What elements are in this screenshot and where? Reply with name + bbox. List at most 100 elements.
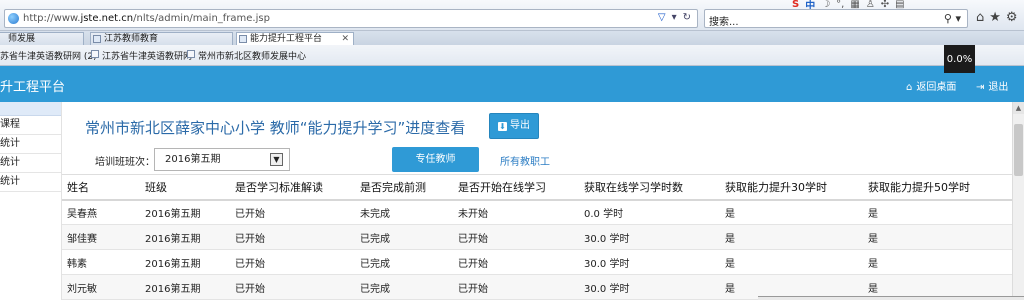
app-title: 升工程平台 [0,80,66,95]
close-icon[interactable]: ✕ [341,33,349,45]
page-icon [239,35,247,43]
page-title: 常州市新北区薛家中心小学 教师“能力提升学习”进度查看 [85,119,466,137]
url-input[interactable]: http://www.jste.net.cn/nlts/admin/main_f… [4,9,698,28]
system-tray: S 中 ☽ °, ▦ ♙ ✣ ▤ [792,0,905,12]
teacher-name-link[interactable]: 吴春燕 [62,199,140,225]
table-cell: 已开始 [453,249,579,275]
sidebar-item-course[interactable]: 课程 [0,116,61,135]
tab-ability-platform[interactable]: 能力提升工程平台 ✕ [236,32,354,45]
class-select[interactable]: 2016第五期 ▼ [154,148,290,171]
column-header: 获取在线学习学时数 [579,174,720,201]
page-icon [187,50,195,58]
class-select-value: 2016第五期 [165,154,221,165]
table-cell: 已开始 [230,199,355,225]
logout-link[interactable]: ⇥ 退出 [976,78,1008,93]
table-cell: 已完成 [355,249,453,275]
table-cell: 是 [863,199,1012,225]
vertical-scrollbar[interactable]: ▲ [1012,102,1024,300]
table-cell: 未开始 [453,199,579,225]
chevron-down-icon[interactable]: ▼ [270,153,283,166]
sidebar: 课程 统计 统计 统计 [0,102,62,300]
logout-icon: ⇥ [976,82,985,93]
logout-label: 退出 [988,82,1009,93]
column-header: 是否完成前测 [355,174,453,201]
class-label: 培训班班次： [95,157,155,168]
table-cell: 2016第五期 [140,249,230,275]
full-time-teacher-button[interactable]: 专任教师 [392,147,479,172]
table-cell: 已完成 [355,274,453,300]
shield-icon[interactable]: ▽ [658,12,666,23]
url-text: http://www.jste.net.cn/nlts/admin/main_f… [23,13,270,24]
scroll-up-arrow-icon[interactable]: ▲ [1013,102,1024,114]
teacher-name-link[interactable]: 邹佳赛 [62,224,140,250]
favorite-link[interactable]: 常州市新北区教师发展中心 [187,49,306,62]
sidebar-item-stats[interactable]: 统计 [0,173,61,192]
table-cell: 是 [720,249,863,275]
progress-table: 姓名 班级 是否学习标准解读 是否完成前测 是否开始在线学习 获取在线学习学时数… [62,174,1012,300]
browser-address-bar: S 中 ☽ °, ▦ ♙ ✣ ▤ http://www.jste.net.cn/… [0,0,1024,31]
favorites-bar: 苏省牛津英语教研网 (2) 江苏省牛津英语教研网 常州市新北区教师发展中心 [0,45,1024,66]
table-cell: 已开始 [230,249,355,275]
table-cell: 30.0 学时 [579,224,720,250]
favorite-link[interactable]: 江苏省牛津英语教研网 [91,49,192,62]
table-cell: 已开始 [230,224,355,250]
column-header: 获取能力提升30学时 [720,174,863,201]
column-header: 获取能力提升50学时 [863,174,1012,201]
home-icon[interactable]: ⌂ [976,10,984,25]
table-cell: 2016第五期 [140,224,230,250]
table-cell: 已开始 [453,274,579,300]
table-cell: 2016第五期 [140,199,230,225]
table-row: 邹佳赛 2016第五期 已开始 已完成 已开始 30.0 学时 是 是 [62,224,1012,250]
table-cell: 30.0 学时 [579,249,720,275]
favorite-link[interactable]: 苏省牛津英语教研网 (2) [0,49,97,62]
popup-window-edge [758,296,1024,300]
table-row: 吴春燕 2016第五期 已开始 未完成 未开始 0.0 学时 是 是 [62,199,1012,225]
table-cell: 是 [863,249,1012,275]
tab-teacher-dev[interactable]: 师发展 [0,32,84,45]
tab-label: 能力提升工程平台 [250,34,323,44]
export-label: 导出 [510,120,530,131]
table-row: 韩素 2016第五期 已开始 已完成 已开始 30.0 学时 是 是 [62,249,1012,275]
scroll-thumb[interactable] [1014,124,1023,176]
tab-label: 江苏教师教育 [104,34,159,44]
refresh-icon[interactable]: ↻ [683,12,691,23]
table-cell: 30.0 学时 [579,274,720,300]
tab-label: 师发展 [8,34,36,44]
table-cell: 未完成 [355,199,453,225]
column-header: 是否学习标准解读 [230,174,355,201]
column-header: 是否开始在线学习 [453,174,579,201]
table-cell: 0.0 学时 [579,199,720,225]
all-staff-link[interactable]: 所有教职工 [500,153,550,168]
table-cell: 已开始 [230,274,355,300]
page-icon [93,35,101,43]
table-header-row: 姓名 班级 是否学习标准解读 是否完成前测 是否开始在线学习 获取在线学习学时数… [62,174,1012,201]
tab-bar: 师发展 江苏教师教育 能力提升工程平台 ✕ [0,31,1024,45]
download-icon: ⬇ [498,122,507,131]
sidebar-item-stats[interactable]: 统计 [0,135,61,154]
search-placeholder: 搜索... [709,17,739,28]
favorite-label: 苏省牛津英语教研网 (2) [0,52,97,62]
search-input[interactable]: 搜索... ⚲ ▾ [704,9,968,28]
back-desktop-link[interactable]: ⌂ 返回桌面 [906,78,956,93]
table-cell: 2016第五期 [140,274,230,300]
star-icon[interactable]: ★ [989,10,1001,25]
teacher-name-link[interactable]: 韩素 [62,249,140,275]
export-button[interactable]: ⬇ 导出 [489,113,539,139]
column-header: 姓名 [62,174,140,201]
home-icon: ⌂ [906,82,913,93]
search-icon[interactable]: ⚲ ▾ [944,12,961,25]
sidebar-item-stats[interactable]: 统计 [0,154,61,173]
progress-tooltip: 0.0% [944,45,975,73]
gear-icon[interactable]: ⚙ [1006,10,1018,25]
main-content: 常州市新北区薛家中心小学 教师“能力提升学习”进度查看 ⬇ 导出 培训班班次： 2… [62,102,1012,300]
tab-jiangsu-teacher[interactable]: 江苏教师教育 [90,32,233,45]
page-icon [91,50,99,58]
table-cell: 是 [863,224,1012,250]
table-cell: 已开始 [453,224,579,250]
favorite-label: 常州市新北区教师发展中心 [198,52,307,62]
app-header: 升工程平台 ⌂ 返回桌面 ⇥ 退出 [0,66,1024,102]
dropdown-icon[interactable]: ▾ [672,12,677,23]
table-cell: 是 [720,199,863,225]
teacher-name-link[interactable]: 刘元敏 [62,274,140,300]
favorite-label: 江苏省牛津英语教研网 [102,52,193,62]
